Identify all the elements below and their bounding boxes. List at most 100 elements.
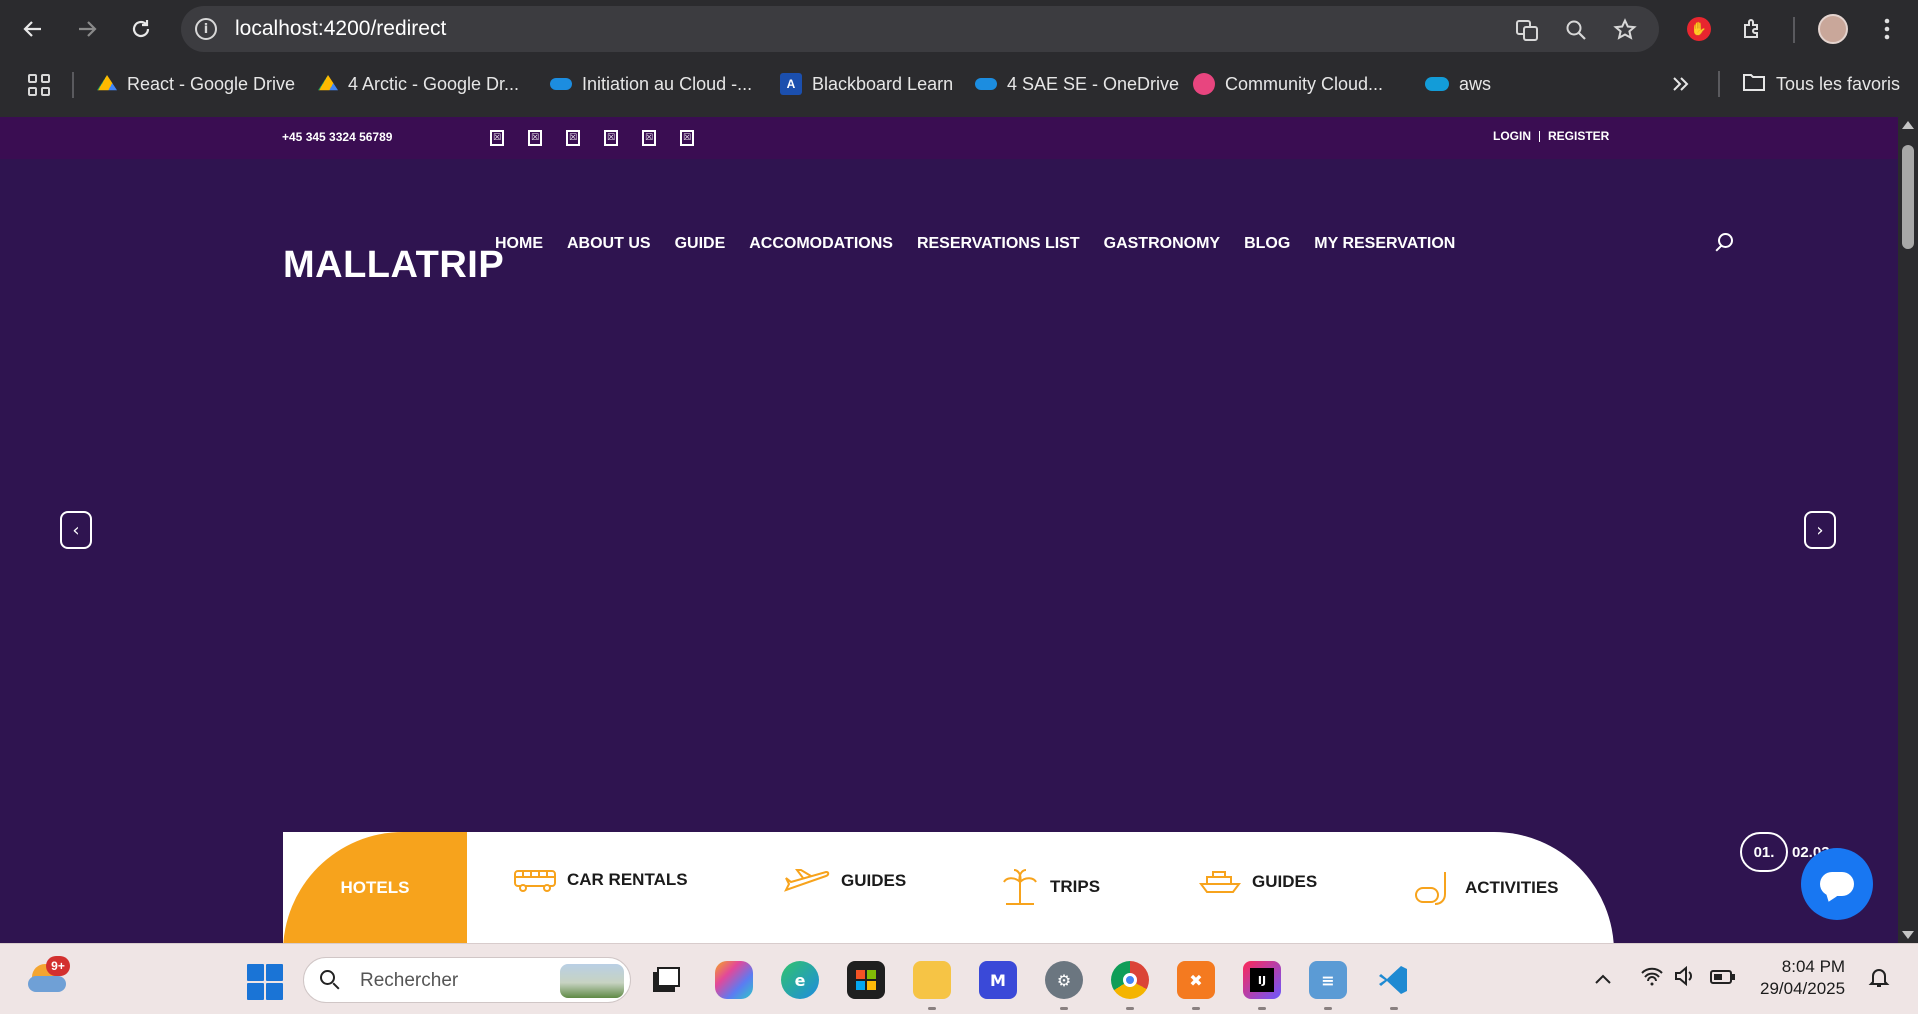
nav-my-reservation[interactable]: MY RESERVATION [1314, 235, 1455, 253]
site-logo[interactable]: MALLATRIP [283, 244, 504, 287]
microsoft-store-icon[interactable] [847, 961, 885, 999]
nav-guide[interactable]: GUIDE [675, 235, 726, 253]
bookmark-item[interactable]: Community Cloud... [1193, 70, 1383, 98]
taskbar-search-placeholder: Rechercher [360, 970, 459, 991]
show-hidden-icons-chevron-icon[interactable] [1594, 966, 1612, 990]
tab-guides-cruises[interactable]: GUIDES [1198, 868, 1317, 896]
ship-icon [1199, 871, 1241, 893]
translate-icon[interactable] [1513, 16, 1541, 44]
instagram-icon[interactable]: ☒ [566, 130, 580, 146]
airplane-icon [784, 869, 830, 892]
nav-about-us[interactable]: ABOUT US [567, 235, 651, 253]
slide-current[interactable]: 01. [1740, 832, 1788, 872]
notifications-bell-icon[interactable] [1868, 966, 1890, 993]
bookmark-item[interactable]: React - Google Drive [97, 70, 295, 98]
task-view-icon[interactable] [647, 961, 685, 999]
tab-hotels[interactable]: HOTELS [283, 832, 467, 943]
vscode-icon[interactable] [1375, 961, 1413, 999]
wifi-icon[interactable] [1640, 966, 1664, 991]
tab-trips[interactable]: TRIPS [1000, 868, 1100, 906]
copilot-icon[interactable] [715, 961, 753, 999]
notification-badge: 9+ [46, 956, 70, 976]
profile-avatar[interactable] [1818, 14, 1848, 44]
address-bar[interactable]: i localhost:4200/redirect [181, 6, 1659, 52]
app-running-indicator [1126, 1007, 1134, 1010]
app-running-indicator [1258, 1007, 1266, 1010]
onedrive-icon [550, 78, 572, 90]
bookmark-label: 4 SAE SE - OneDrive [1007, 73, 1180, 94]
all-bookmarks-folder[interactable]: Tous les favoris [1742, 70, 1900, 98]
site-info-icon[interactable]: i [195, 18, 217, 40]
app-running-indicator [1060, 1007, 1068, 1010]
bookmark-item[interactable]: A Blackboard Learn [780, 70, 953, 98]
scroll-thumb[interactable] [1902, 145, 1914, 249]
bus-icon [514, 870, 556, 892]
intellij-idea-icon[interactable]: IJ [1243, 961, 1281, 999]
screen: i localhost:4200/redirect ✋ React - Goog… [0, 0, 1918, 1014]
nav-home[interactable]: HOME [495, 235, 543, 253]
windows-taskbar: 9+ Rechercher e M ⚙ ✖ IJ ≡ 8:04 PM 29/04… [0, 943, 1918, 1014]
zoom-icon[interactable] [1562, 16, 1590, 44]
bookmark-star-icon[interactable] [1611, 16, 1639, 44]
chat-widget-button[interactable] [1801, 848, 1873, 920]
facebook-icon[interactable]: ☒ [490, 130, 504, 146]
xampp-icon[interactable]: ✖ [1177, 961, 1215, 999]
folder-icon [1742, 72, 1766, 97]
nav-reservations-list[interactable]: RESERVATIONS LIST [917, 235, 1080, 253]
slider-prev-button[interactable]: ‹ [60, 511, 92, 549]
tab-car-rentals[interactable]: CAR RENTALS [513, 868, 688, 892]
bookmark-item[interactable]: 4 Arctic - Google Dr... [318, 70, 519, 98]
nav-gastronomy[interactable]: GASTRONOMY [1104, 235, 1220, 253]
taskbar-search[interactable]: Rechercher [303, 957, 631, 1003]
forward-button[interactable] [70, 12, 104, 46]
page-scrollbar[interactable] [1898, 117, 1918, 943]
bookmarks-overflow-icon[interactable] [1672, 70, 1690, 98]
google-drive-icon [97, 75, 117, 91]
tab-activities[interactable]: ACTIVITIES [1413, 868, 1559, 908]
register-link[interactable]: REGISTER [1548, 129, 1609, 143]
search-icon[interactable] [1714, 231, 1736, 253]
twitter-icon[interactable]: ☒ [528, 130, 542, 146]
settings-gear-icon[interactable]: ⚙ [1045, 961, 1083, 999]
bookmark-item[interactable]: aws [1425, 70, 1491, 98]
file-explorer-icon[interactable] [913, 961, 951, 999]
nav-accomodations[interactable]: ACCOMODATIONS [749, 235, 893, 253]
edge-browser-icon[interactable]: e [781, 961, 819, 999]
pinterest-icon[interactable]: ☒ [642, 130, 656, 146]
bookmarks-separator [1718, 71, 1720, 97]
app-running-indicator [1324, 1007, 1332, 1010]
volume-icon[interactable] [1674, 965, 1696, 991]
bookmark-item[interactable]: 4 SAE SE - OneDrive [975, 70, 1179, 98]
scroll-down-arrow[interactable] [1902, 931, 1914, 939]
login-link[interactable]: LOGIN [1493, 129, 1531, 143]
back-button[interactable] [16, 12, 50, 46]
chrome-browser-icon[interactable] [1111, 961, 1149, 999]
url-text[interactable]: localhost:4200/redirect [235, 17, 446, 41]
nav-blog[interactable]: BLOG [1244, 235, 1290, 253]
search-icon [320, 970, 340, 990]
tab-guides-flights[interactable]: GUIDES [783, 868, 906, 894]
slider-next-button[interactable]: › [1804, 511, 1836, 549]
browser-chrome: i localhost:4200/redirect ✋ React - Goog… [0, 0, 1918, 117]
scroll-up-arrow[interactable] [1902, 121, 1914, 129]
linkedin-icon[interactable]: ☒ [604, 130, 618, 146]
main-navigation: HOME ABOUT US GUIDE ACCOMODATIONS RESERV… [495, 235, 1479, 253]
system-clock[interactable]: 8:04 PM 29/04/2025 [1760, 956, 1845, 1000]
social-links: ☒ ☒ ☒ ☒ ☒ ☒ [490, 130, 694, 146]
bookmark-item[interactable]: Initiation au Cloud -... [550, 70, 752, 98]
toolbar-separator [1793, 17, 1795, 43]
salesforce-cloud-icon [1425, 77, 1449, 91]
extensions-puzzle-icon[interactable] [1738, 14, 1768, 44]
mobaxterm-icon[interactable]: M [979, 961, 1017, 999]
tab-label: CAR RENTALS [567, 870, 688, 889]
bookmarks-bar: React - Google Drive 4 Arctic - Google D… [0, 62, 1918, 106]
notepad-icon[interactable]: ≡ [1309, 961, 1347, 999]
browser-menu-icon[interactable] [1872, 14, 1902, 44]
reload-button[interactable] [124, 12, 158, 46]
web-page: +45 345 3324 56789 ☒ ☒ ☒ ☒ ☒ ☒ LOGIN REG… [0, 117, 1898, 943]
windows-start-icon[interactable] [247, 964, 283, 1000]
battery-icon[interactable] [1710, 966, 1736, 990]
adblock-extension-icon[interactable]: ✋ [1687, 17, 1711, 41]
google-drive-icon [318, 75, 338, 91]
youtube-icon[interactable]: ☒ [680, 130, 694, 146]
